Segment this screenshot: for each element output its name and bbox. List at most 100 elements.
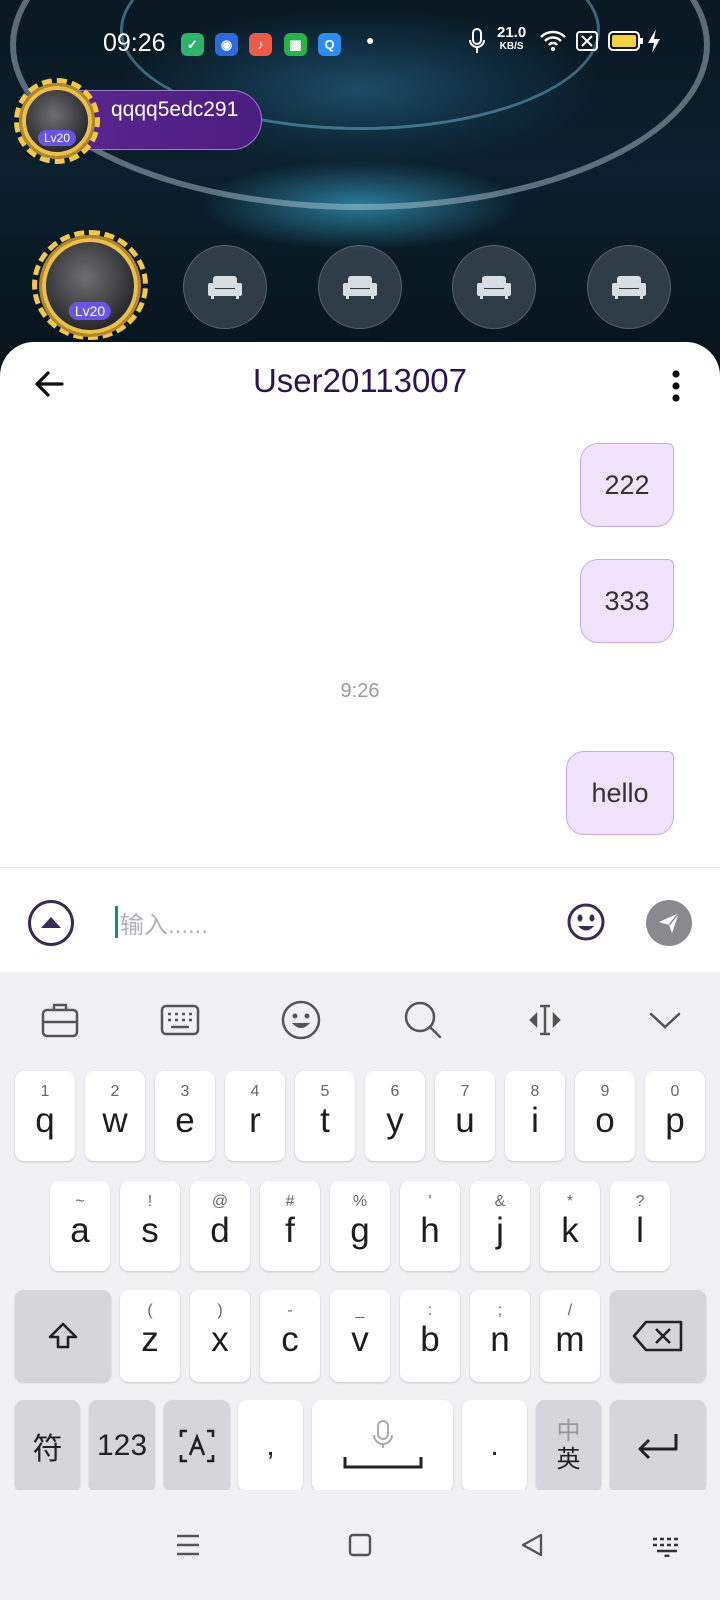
keyboard-switch-icon[interactable] xyxy=(650,1535,684,1557)
more-options-button[interactable] xyxy=(668,368,684,404)
key-primary: c xyxy=(281,1320,299,1359)
smiley-icon xyxy=(567,903,605,941)
network-speed: 21.0 KB/S xyxy=(497,24,527,54)
key-primary: u xyxy=(455,1101,475,1140)
key-y[interactable]: 6y xyxy=(365,1071,425,1161)
symbols-label: 符 xyxy=(32,1433,63,1466)
cursor-move-icon[interactable] xyxy=(523,998,567,1042)
lang-top-label: 中 xyxy=(556,1418,581,1445)
home-icon[interactable] xyxy=(347,1532,373,1558)
baidu-app-icon: ◉ xyxy=(215,33,238,56)
back-nav-icon[interactable] xyxy=(518,1531,546,1559)
key-a[interactable]: ~ a xyxy=(50,1181,110,1271)
key-k[interactable]: * k xyxy=(540,1181,600,1271)
key-primary: l xyxy=(636,1211,644,1250)
key-b[interactable]: :b xyxy=(400,1290,460,1382)
period-label: . xyxy=(490,1429,499,1462)
text-scan-key[interactable] xyxy=(164,1400,230,1492)
key-secondary: ' xyxy=(428,1193,432,1210)
host-level-badge: Lv20 xyxy=(68,302,112,320)
key-primary: m xyxy=(555,1320,585,1359)
shift-key[interactable] xyxy=(15,1290,111,1382)
key-d[interactable]: @ d xyxy=(190,1181,250,1271)
key-secondary: 3 xyxy=(180,1083,190,1100)
symbols-key[interactable]: 符 xyxy=(15,1400,80,1492)
battery-icon xyxy=(608,30,644,57)
empty-seat[interactable] xyxy=(587,245,671,329)
key-c[interactable]: -c xyxy=(260,1290,320,1382)
numbers-key[interactable]: 123 xyxy=(89,1400,155,1492)
empty-seat[interactable] xyxy=(183,245,267,329)
comma-key[interactable]: , xyxy=(238,1400,303,1492)
message-bubble[interactable]: 333 xyxy=(580,559,674,643)
key-primary: d xyxy=(210,1211,230,1250)
key-secondary: 1 xyxy=(40,1083,50,1100)
key-q[interactable]: 1q xyxy=(15,1071,75,1161)
owner-level-badge: Lv20 xyxy=(37,130,77,146)
emoji-icon[interactable] xyxy=(279,998,323,1042)
empty-seat[interactable] xyxy=(318,245,402,329)
key-z[interactable]: (z xyxy=(120,1290,180,1382)
triangle-up-icon xyxy=(41,917,61,928)
net-speed-value: 21.0 xyxy=(497,24,527,41)
emoji-button[interactable] xyxy=(566,902,606,942)
enter-key[interactable] xyxy=(610,1400,706,1492)
message-bubble[interactable]: hello xyxy=(566,751,674,835)
keyboard-layout-icon[interactable] xyxy=(158,998,202,1042)
room-owner-name: qqqq5edc291 xyxy=(111,98,239,121)
message-input-bar: 输入...... xyxy=(0,868,720,972)
space-mic-icon xyxy=(343,1420,422,1469)
send-button[interactable] xyxy=(646,900,692,946)
search-icon[interactable] xyxy=(401,998,445,1042)
language-toggle-key[interactable]: 中 英 xyxy=(536,1400,601,1492)
notification-dot-icon: ● xyxy=(366,32,375,48)
key-secondary: 6 xyxy=(390,1083,400,1100)
sofa-icon xyxy=(343,276,377,299)
key-x[interactable]: ) x xyxy=(190,1290,250,1382)
expand-menu-button[interactable] xyxy=(28,900,74,946)
key-e[interactable]: 3e xyxy=(155,1071,215,1161)
store-app-icon: ▦ xyxy=(284,33,307,56)
empty-seat[interactable] xyxy=(452,245,536,329)
key-t[interactable]: 5t xyxy=(295,1071,355,1161)
key-j[interactable]: & j xyxy=(470,1181,530,1271)
key-o[interactable]: 9o xyxy=(575,1071,635,1161)
key-secondary: ~ xyxy=(75,1193,85,1210)
clipboard-icon[interactable] xyxy=(38,998,82,1042)
key-primary: t xyxy=(320,1101,330,1140)
collapse-icon[interactable] xyxy=(643,998,687,1042)
key-h[interactable]: ' h xyxy=(400,1181,460,1271)
space-key[interactable] xyxy=(312,1400,453,1492)
key-secondary: ? xyxy=(635,1193,645,1210)
key-secondary: 2 xyxy=(110,1083,120,1100)
lang-bottom-label: 英 xyxy=(556,1446,581,1473)
message-input[interactable]: 输入...... xyxy=(115,902,535,942)
key-w[interactable]: 2w xyxy=(85,1071,145,1161)
key-s[interactable]: ! s xyxy=(120,1181,180,1271)
microphone-icon xyxy=(467,26,487,61)
key-i[interactable]: 8i xyxy=(505,1071,565,1161)
host-avatar[interactable]: Lv20 xyxy=(42,238,138,334)
key-v[interactable]: _ v xyxy=(330,1290,390,1382)
key-primary: a xyxy=(70,1211,90,1250)
key-u[interactable]: 7u xyxy=(435,1071,495,1161)
key-primary: j xyxy=(496,1211,504,1250)
key-n[interactable]: ; n xyxy=(470,1290,530,1382)
key-r[interactable]: 4r xyxy=(225,1071,285,1161)
key-g[interactable]: % g xyxy=(330,1181,390,1271)
key-primary: r xyxy=(249,1101,261,1140)
backspace-key[interactable] xyxy=(610,1290,706,1382)
key-primary: q xyxy=(35,1101,55,1140)
message-bubble[interactable]: 222 xyxy=(580,443,674,527)
key-p[interactable]: 0p xyxy=(645,1071,705,1161)
key-f[interactable]: # f xyxy=(260,1181,320,1271)
room-owner-avatar[interactable]: Lv20 xyxy=(22,86,92,156)
key-primary: w xyxy=(102,1101,128,1140)
menu-icon[interactable] xyxy=(174,1532,202,1558)
period-key[interactable]: . xyxy=(462,1400,527,1492)
key-m[interactable]: / m xyxy=(540,1290,600,1382)
key-primary: b xyxy=(420,1320,440,1359)
key-secondary: * xyxy=(566,1193,574,1210)
key-l[interactable]: ? l xyxy=(610,1181,670,1271)
key-secondary: : xyxy=(427,1302,433,1319)
